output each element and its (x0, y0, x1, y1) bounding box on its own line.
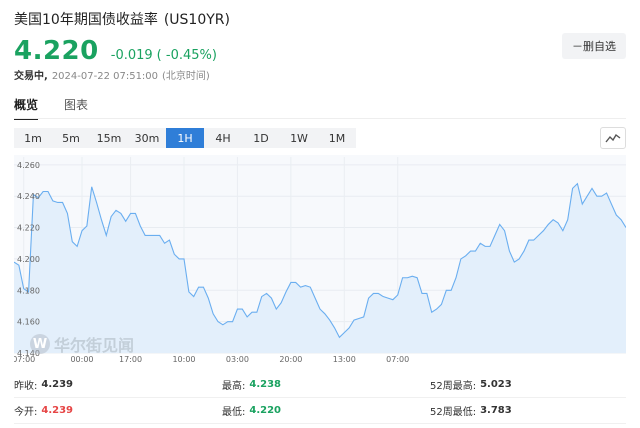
price-change: -0.019( -0.45%) (111, 48, 217, 63)
period-15m[interactable]: 15m (90, 128, 128, 148)
stat-value: 4.238 (249, 379, 282, 390)
instrument-name: 美国10年期国债收益率 (14, 12, 158, 28)
x-tick-label: 10:00 (172, 355, 195, 364)
y-tick-label: 4.160 (17, 318, 40, 327)
change-percent: ( -0.45%) (156, 48, 217, 63)
x-tick-label: 07:00 (14, 355, 35, 364)
x-tick-label: 03:00 (226, 355, 249, 364)
stats-row: 今开: 4.239 最低: 4.220 52周最低: 3.783 (14, 398, 626, 424)
period-5m[interactable]: 5m (52, 128, 90, 148)
y-tick-label: 4.240 (17, 192, 40, 201)
stat-label: 最高: (222, 381, 246, 392)
stat-value: 4.239 (41, 405, 74, 416)
view-tabs: 概览 图表 (14, 96, 88, 120)
stat-value: 4.239 (41, 379, 74, 390)
x-tick-label: 13:00 (333, 355, 356, 364)
period-1mo[interactable]: 1M (318, 128, 356, 148)
stat-label: 52周最低: (430, 407, 477, 418)
y-tick-label: 4.180 (17, 286, 40, 295)
stat-high: 最高: 4.238 (222, 377, 430, 392)
watermark-text: 华尔街见闻 (54, 336, 135, 355)
watermark-icon: W (30, 334, 50, 354)
watermark-logo: W 华尔街见闻 (30, 333, 134, 355)
x-tick-label: 00:00 (70, 355, 93, 364)
period-1d[interactable]: 1D (242, 128, 280, 148)
stat-52w-low: 52周最低: 3.783 (430, 403, 512, 418)
stat-label: 52周最高: (430, 381, 477, 392)
status-text: 交易中, (14, 71, 48, 82)
y-tick-label: 4.260 (17, 161, 40, 170)
stat-52w-high: 52周最高: 5.023 (430, 377, 512, 392)
line-chart-icon (605, 133, 621, 143)
last-price: 4.220 (14, 36, 99, 66)
y-tick-label: 4.200 (17, 255, 40, 264)
x-tick-label: 07:00 (386, 355, 409, 364)
quote-time: 2024-07-22 07:51:00 (51, 71, 159, 82)
period-4h[interactable]: 4H (204, 128, 242, 148)
change-value: -0.019 (110, 48, 153, 63)
period-1h[interactable]: 1H (166, 128, 204, 148)
instrument-title: 美国10年期国债收益率 (US10YR) (14, 10, 626, 30)
stat-label: 今开: (14, 407, 38, 418)
stat-label: 最低: (222, 407, 246, 418)
period-1m[interactable]: 1m (14, 128, 52, 148)
chart-type-button[interactable] (600, 127, 626, 149)
stat-low: 最低: 4.220 (222, 403, 430, 418)
price-row: 4.220 -0.019( -0.45%) (14, 36, 626, 66)
trade-status: 交易中, 2024-07-22 07:51:00 (北京时间) (14, 70, 626, 84)
stat-prev-close: 昨收: 4.239 (14, 377, 222, 392)
quote-header: 美国10年期国债收益率 (US10YR) 4.220 -0.019( -0.45%… (14, 10, 626, 84)
period-1w[interactable]: 1W (280, 128, 318, 148)
stat-open: 今开: 4.239 (14, 403, 222, 418)
instrument-code: (US10YR) (163, 12, 230, 28)
tab-overview[interactable]: 概览 (14, 96, 39, 120)
stats-table: 昨收: 4.239 最高: 4.238 52周最高: 5.023 今开: 4.2… (14, 372, 626, 424)
y-tick-label: 4.220 (17, 224, 40, 233)
remove-watchlist-button[interactable]: －删自选 (562, 33, 626, 59)
x-tick-label: 20:00 (279, 355, 302, 364)
stats-row: 昨收: 4.239 最高: 4.238 52周最高: 5.023 (14, 372, 626, 398)
period-selector: 1m 5m 15m 30m 1H 4H 1D 1W 1M (14, 128, 356, 148)
stat-label: 昨收: (14, 381, 38, 392)
x-tick-label: 17:00 (119, 355, 142, 364)
stat-value: 3.783 (480, 405, 512, 416)
tab-chart[interactable]: 图表 (64, 96, 88, 118)
stat-value: 5.023 (480, 379, 512, 390)
timezone-label: (北京时间) (162, 71, 210, 82)
tab-divider (14, 118, 626, 119)
period-30m[interactable]: 30m (128, 128, 166, 148)
stat-value: 4.220 (249, 405, 282, 416)
